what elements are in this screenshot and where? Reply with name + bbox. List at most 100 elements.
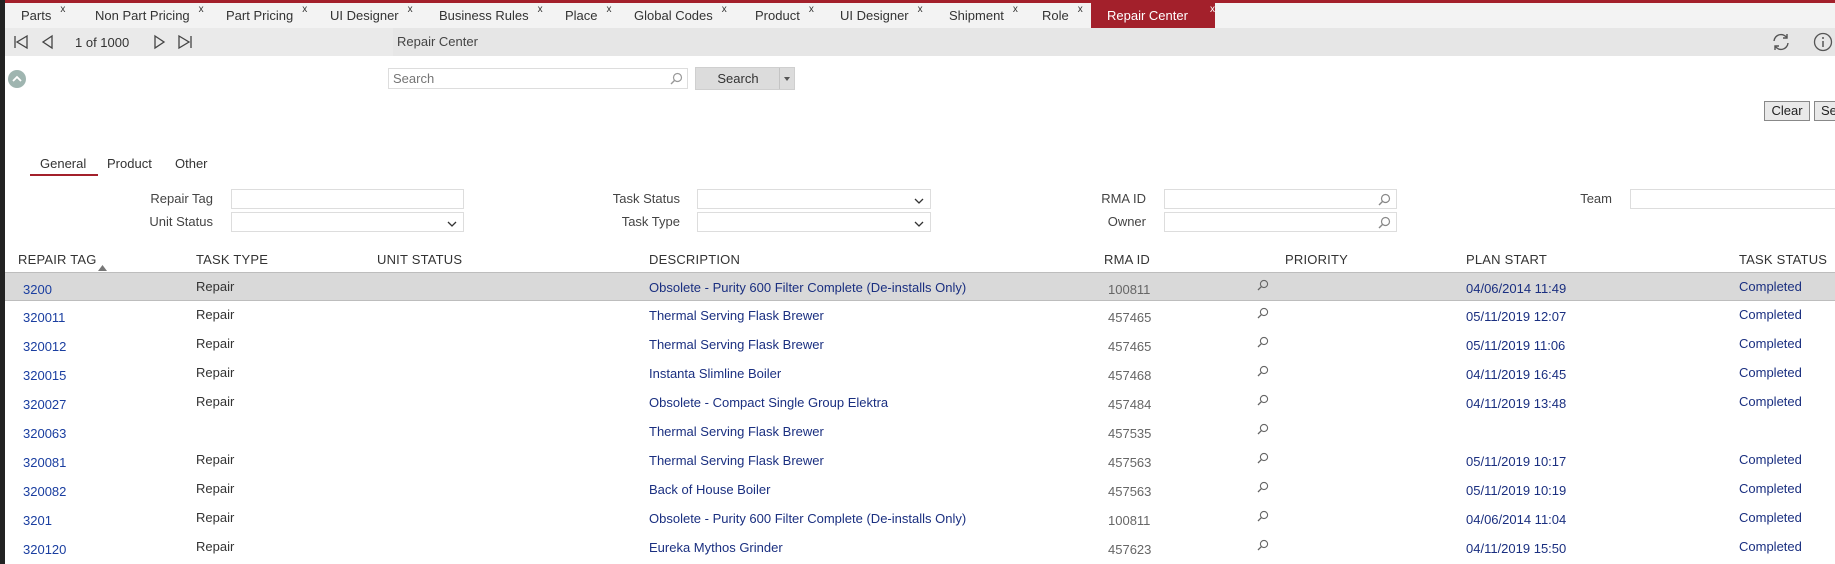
close-icon[interactable]: x [60,0,65,23]
search-icon[interactable] [1257,279,1269,294]
search-icon[interactable] [1257,510,1269,525]
close-icon[interactable]: x [538,0,543,23]
column-header-task-status[interactable]: TASK STATUS [1739,252,1827,267]
table-row[interactable]: 320011 Repair Thermal Serving Flask Brew… [5,301,1835,330]
tab-label: Global Codes [634,8,713,23]
tab-business-rules[interactable]: Business Rules x [423,3,543,28]
column-header-unit-status[interactable]: UNIT STATUS [377,252,462,267]
subtab-general[interactable]: General [40,156,86,171]
description-cell: Thermal Serving Flask Brewer [649,337,824,352]
table-row[interactable]: 320120 Repair Eureka Mythos Grinder 4576… [5,533,1835,564]
search-icon[interactable] [1257,394,1269,409]
table-row[interactable]: 320081 Repair Thermal Serving Flask Brew… [5,446,1835,475]
close-icon[interactable]: x [408,0,413,23]
next-record-icon[interactable] [151,34,167,50]
repair-tag-link[interactable]: 3200 [23,282,52,297]
column-header-plan-start[interactable]: PLAN START [1466,252,1547,267]
repair-tag-link[interactable]: 3201 [23,513,52,528]
tab-ui-designer[interactable]: UI Designer x [314,3,413,28]
tab-product[interactable]: Product x [739,3,814,28]
column-header-rma-id[interactable]: RMA ID [1104,252,1150,267]
collapse-icon[interactable] [8,70,26,88]
search-icon[interactable] [1257,307,1269,322]
search-icon[interactable] [1378,193,1391,211]
search-icon[interactable] [1257,423,1269,438]
close-icon[interactable]: x [722,0,727,23]
close-icon[interactable]: x [918,0,923,23]
search-icon[interactable] [1257,539,1269,554]
close-icon[interactable]: x [199,0,204,23]
tab-ui-designer-2[interactable]: UI Designer x [824,3,923,28]
table-row[interactable]: 3201 Repair Obsolete - Purity 600 Filter… [5,504,1835,533]
subtab-product[interactable]: Product [107,156,152,171]
owner-lookup[interactable] [1164,212,1397,232]
task-type-select[interactable] [697,212,931,232]
repair-tag-link[interactable]: 320081 [23,455,66,470]
first-record-icon[interactable] [13,34,29,50]
rma-id-cell: 457468 [1108,368,1152,383]
table-row[interactable]: 320015 Repair Instanta Slimline Boiler 4… [5,359,1835,388]
task-status-cell: Completed [1739,394,1802,409]
tab-label: UI Designer [840,8,909,23]
tab-non-part-pricing[interactable]: Non Part Pricing x [79,3,204,28]
close-icon[interactable]: x [1013,0,1018,23]
close-icon[interactable]: x [1078,0,1083,23]
column-header-priority[interactable]: PRIORITY [1285,252,1348,267]
table-row[interactable]: 3200 Repair Obsolete - Purity 600 Filter… [5,272,1835,301]
column-header-repair-tag[interactable]: REPAIR TAG [18,252,97,267]
search-icon[interactable] [1257,452,1269,467]
table-row[interactable]: 320082 Repair Back of House Boiler 45756… [5,475,1835,504]
rma-id-lookup[interactable] [1164,189,1397,209]
rma-id-cell: 457623 [1108,542,1152,557]
tab-repair-center[interactable]: Repair Center x [1091,3,1215,28]
table-row[interactable]: 320012 Repair Thermal Serving Flask Brew… [5,330,1835,359]
repair-tag-link[interactable]: 320015 [23,368,66,383]
task-type-cell: Repair [196,452,235,467]
repair-tag-field[interactable] [231,189,464,209]
tab-part-pricing[interactable]: Part Pricing x [210,3,307,28]
subtab-other[interactable]: Other [175,156,208,171]
close-icon[interactable]: x [809,0,814,23]
chevron-down-icon [914,216,924,234]
column-header-description[interactable]: DESCRIPTION [649,252,740,267]
search-button[interactable]: Search [695,67,795,90]
plan-start-cell: 05/11/2019 10:17 [1466,454,1567,469]
unit-status-select[interactable] [231,212,464,232]
search-icon[interactable] [670,72,683,90]
repair-tag-link[interactable]: 320012 [23,339,66,354]
previous-record-icon[interactable] [40,34,56,50]
search-icon[interactable] [1257,336,1269,351]
search-icon[interactable] [1257,365,1269,380]
tab-label: Part Pricing [226,8,294,23]
column-header-task-type[interactable]: TASK TYPE [196,252,268,267]
repair-tag-link[interactable]: 320082 [23,484,66,499]
info-icon[interactable] [1813,32,1833,57]
tab-role[interactable]: Role x [1026,3,1083,28]
search-icon[interactable] [1378,216,1391,234]
team-field[interactable] [1630,189,1835,209]
repair-tag-link[interactable]: 320120 [23,542,66,557]
rma-id-cell: 457535 [1108,426,1152,441]
search-options-dropdown[interactable] [779,68,794,89]
table-row[interactable]: 320063 Thermal Serving Flask Brewer 4575… [5,417,1835,446]
repair-tag-link[interactable]: 320063 [23,426,66,441]
refresh-icon[interactable] [1771,32,1791,57]
close-icon[interactable]: x [607,0,612,23]
tab-label: UI Designer [330,8,399,23]
tab-shipment[interactable]: Shipment x [933,3,1018,28]
tab-label: Parts [21,8,52,23]
tab-parts[interactable]: Parts x [5,3,65,28]
close-icon[interactable]: x [302,0,307,23]
search-icon[interactable] [1257,481,1269,496]
task-status-select[interactable] [697,189,931,209]
tab-global-codes[interactable]: Global Codes x [618,3,727,28]
repair-tag-link[interactable]: 320027 [23,397,66,412]
tab-place[interactable]: Place x [549,3,612,28]
repair-tag-link[interactable]: 320011 [23,310,65,325]
search-submit-button[interactable]: Se [1814,101,1835,121]
search-input[interactable] [389,69,653,88]
table-row[interactable]: 320027 Repair Obsolete - Compact Single … [5,388,1835,417]
close-icon[interactable]: x [1210,0,1215,23]
clear-button[interactable]: Clear [1764,101,1810,121]
last-record-icon[interactable] [177,34,193,50]
